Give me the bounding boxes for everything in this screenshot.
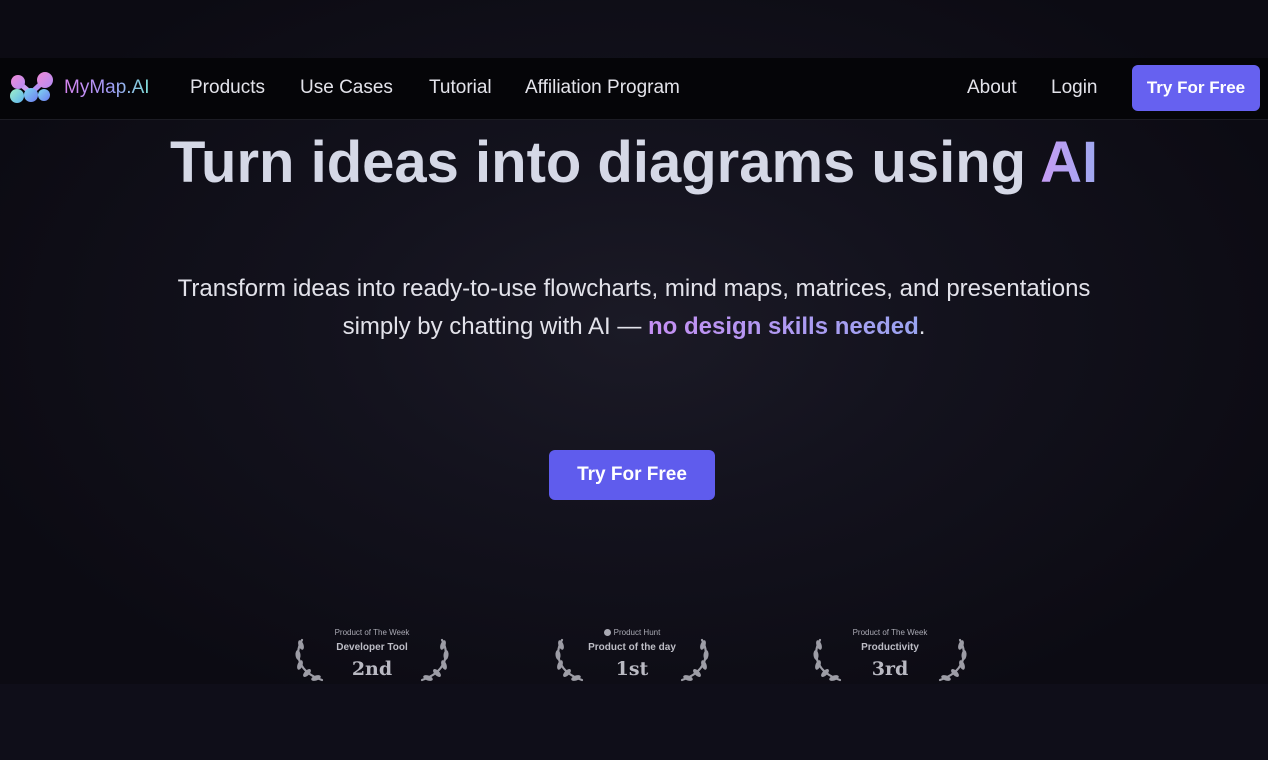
award-label: Product Hunt (552, 628, 712, 638)
try-for-free-hero-button[interactable]: Try For Free (549, 450, 715, 500)
nav-link-products[interactable]: Products (190, 77, 265, 99)
brand-name[interactable]: MyMap.AI (64, 77, 150, 99)
hero-title-main: Turn ideas into diagrams using (169, 130, 1027, 195)
award-rank: 2nd (351, 658, 393, 680)
hero-subtitle-end: . (918, 313, 926, 340)
mymap-logo-icon[interactable] (8, 71, 54, 105)
nav-link-tutorial[interactable]: Tutorial (429, 77, 492, 99)
hero-subtitle-highlight: no design skills needed (648, 313, 919, 340)
nav-link-login[interactable]: Login (1051, 77, 1098, 99)
award-category: Developer Tool (336, 642, 408, 653)
nav-link-use-cases[interactable]: Use Cases (300, 77, 393, 99)
try-for-free-nav-button[interactable]: Try For Free (1132, 65, 1260, 111)
award-rank: 3rd (871, 658, 909, 680)
award-label-text: Product Hunt (613, 628, 661, 637)
hero-subtitle: Transform ideas into ready-to-use flowch… (0, 270, 1268, 346)
hero-subtitle-line2: simply by chatting with AI — (342, 313, 649, 340)
hero-title-accent: AI (1040, 130, 1099, 195)
hero-subtitle-line1: Transform ideas into ready-to-use flowch… (177, 275, 1091, 302)
award-badge-product-of-the-day[interactable]: Product Hunt Product of the day 1st (552, 624, 712, 684)
award-badge-developer-tool[interactable]: Product of The Week Developer Tool 2nd (292, 624, 452, 684)
award-rank: 1st (615, 658, 649, 680)
award-category: Product of the day (588, 642, 676, 653)
award-category: Productivity (861, 642, 919, 653)
award-badge-productivity[interactable]: Product of The Week Productivity 3rd (810, 624, 970, 684)
bottom-band (0, 684, 1268, 760)
award-label: Product of The Week (852, 628, 928, 637)
navbar: MyMap.AI Products Use Cases Tutorial Aff… (0, 58, 1268, 120)
nav-link-about[interactable]: About (967, 77, 1017, 99)
award-label: Product of The Week (334, 628, 410, 637)
product-hunt-icon (603, 629, 611, 636)
hero-title: Turn ideas into diagrams using AI (0, 128, 1268, 198)
nav-link-affiliation-program[interactable]: Affiliation Program (525, 77, 680, 99)
